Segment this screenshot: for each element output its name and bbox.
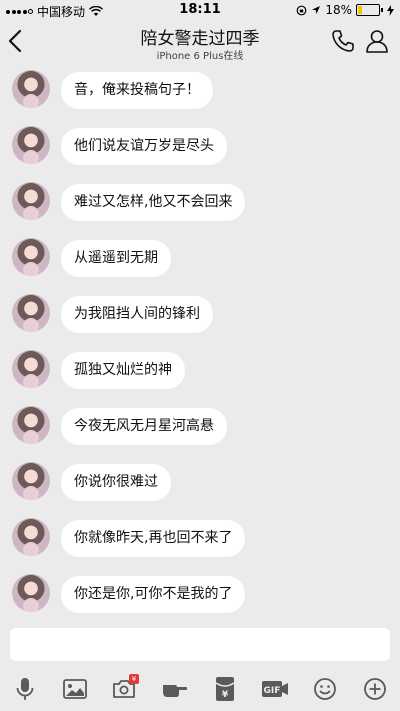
message-bubble[interactable]: 难过又怎样,他又不会回来	[61, 184, 246, 221]
message-input[interactable]	[10, 628, 390, 661]
avatar[interactable]	[12, 406, 50, 444]
input-toolbar: ¥ ¥ GIF	[0, 668, 400, 708]
phone-button[interactable]	[330, 28, 356, 54]
avatar[interactable]	[12, 126, 50, 164]
battery-icon	[356, 4, 380, 16]
message-bubble[interactable]: 从遥遥到无期	[61, 240, 171, 277]
message-item: 你还是你,可你不是我的了	[0, 572, 400, 616]
message-item: 为我阻挡人间的锋利	[0, 292, 400, 336]
message-item: 难过又怎样,他又不会回来	[0, 180, 400, 224]
location-icon	[312, 6, 321, 14]
message-item: 他们说友谊万岁是尽头	[0, 124, 400, 168]
gif-button[interactable]: GIF	[260, 674, 290, 704]
message-item: 今夜无风无月星河高悬	[0, 404, 400, 448]
message-bubble[interactable]: 你还是你,可你不是我的了	[61, 576, 246, 613]
message-bubble[interactable]: 音，俺来投稿句子！	[61, 72, 213, 109]
message-item: 你说你很难过	[0, 460, 400, 504]
avatar[interactable]	[12, 350, 50, 388]
emoji-icon	[314, 678, 336, 700]
charging-bolt-icon	[387, 4, 394, 16]
poke-button[interactable]	[160, 674, 190, 704]
message-bubble[interactable]: 为我阻挡人间的锋利	[61, 296, 213, 333]
poke-icon	[163, 685, 188, 697]
red-packet-button[interactable]: ¥	[210, 674, 240, 704]
camera-button[interactable]: ¥	[110, 674, 140, 704]
message-bubble[interactable]: 孤独又灿烂的神	[61, 352, 185, 389]
red-packet-symbol: ¥	[222, 690, 229, 700]
profile-button[interactable]	[364, 28, 390, 54]
more-button[interactable]	[360, 674, 390, 704]
avatar[interactable]	[12, 182, 50, 220]
microphone-icon	[16, 678, 34, 700]
image-icon	[63, 679, 87, 699]
emoji-button[interactable]	[310, 674, 340, 704]
gif-label: GIF	[264, 686, 281, 696]
avatar[interactable]	[12, 70, 50, 108]
album-button[interactable]	[60, 674, 90, 704]
nav-bar: 陪女警走过四季 iPhone 6 Plus在线	[0, 20, 400, 64]
message-bubble[interactable]: 你就像昨天,再也回不来了	[61, 520, 246, 557]
battery-fill	[358, 6, 362, 14]
message-item: 从遥遥到无期	[0, 236, 400, 280]
phone-icon	[332, 30, 354, 52]
plus-icon	[364, 678, 386, 700]
status-bar: 中国移动 18:11 18%	[0, 0, 400, 20]
message-bubble[interactable]: 他们说友谊万岁是尽头	[61, 128, 227, 165]
avatar[interactable]	[12, 238, 50, 276]
message-list[interactable]: 音，俺来投稿句子！ 他们说友谊万岁是尽头 难过又怎样,他又不会回来 从遥遥到无期…	[0, 64, 400, 624]
person-icon	[366, 30, 388, 53]
avatar[interactable]	[12, 574, 50, 612]
battery-percent: 18%	[325, 3, 352, 17]
avatar[interactable]	[12, 294, 50, 332]
message-item: 你就像昨天,再也回不来了	[0, 516, 400, 560]
avatar[interactable]	[12, 462, 50, 500]
message-item: 孤独又灿烂的神	[0, 348, 400, 392]
voice-button[interactable]	[10, 674, 40, 704]
gif-icon: GIF	[262, 681, 288, 697]
battery-tip	[381, 8, 383, 12]
message-bubble[interactable]: 今夜无风无月星河高悬	[61, 408, 227, 445]
message-item: 音，俺来投稿句子！	[0, 68, 400, 112]
camera-badge: ¥	[129, 674, 139, 684]
status-right: 18%	[296, 3, 394, 17]
rotation-lock-icon	[296, 5, 307, 15]
message-bubble[interactable]: 你说你很难过	[61, 464, 171, 501]
avatar[interactable]	[12, 518, 50, 556]
red-packet-icon: ¥	[215, 677, 235, 701]
